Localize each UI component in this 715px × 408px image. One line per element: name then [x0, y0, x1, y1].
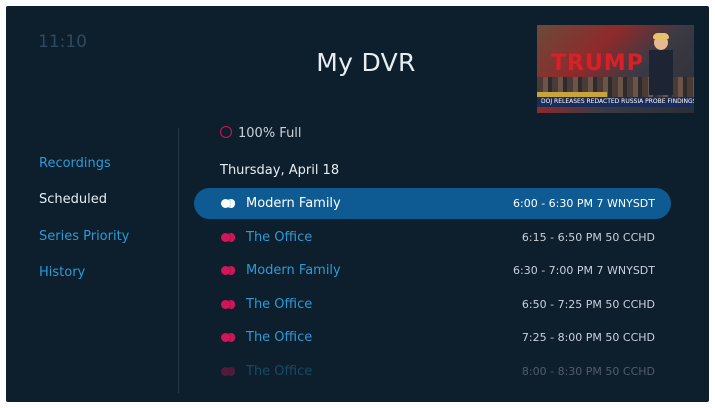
listing-row[interactable]: The Office 8:00 - 8:30 PM 50 CCHD [194, 356, 671, 387]
listing-time-channel: 6:15 - 6:50 PM 50 CCHD [521, 231, 655, 244]
date-header: Thursday, April 18 [220, 163, 340, 178]
sidebar-item-history[interactable]: History [39, 265, 85, 280]
storage-capacity: 100% Full [220, 126, 302, 141]
capacity-label: 100% Full [238, 126, 302, 141]
listing-time-channel: 8:00 - 8:30 PM 50 CCHD [521, 365, 655, 378]
scheduled-recording-icon [221, 199, 237, 208]
listing-time-channel: 6:50 - 7:25 PM 50 CCHD [521, 298, 655, 311]
preview-ticker: DOJ RELEASES REDACTED RUSSIA PROBE FINDI… [537, 97, 694, 107]
listing-title: The Office [246, 364, 313, 379]
scheduled-recording-icon [221, 333, 237, 342]
preview-person [649, 33, 673, 95]
listing-time-channel: 6:00 - 6:30 PM 7 WNYSDT [513, 197, 655, 210]
listing-row[interactable]: Modern Family 6:00 - 6:30 PM 7 WNYSDT [194, 188, 671, 219]
listing-title: The Office [246, 297, 313, 312]
listing-row[interactable]: Modern Family 6:30 - 7:00 PM 7 WNYSDT [194, 255, 671, 286]
capacity-ring-icon [220, 126, 232, 138]
listing-title: Modern Family [246, 196, 341, 211]
sidebar-item-scheduled[interactable]: Scheduled [39, 192, 107, 207]
listing-row[interactable]: The Office 6:50 - 7:25 PM 50 CCHD [194, 289, 671, 320]
sidebar-divider [178, 128, 179, 393]
preview-sign-text: TRUMP [551, 51, 644, 76]
scheduled-recording-icon [221, 367, 237, 376]
dvr-screen: 11:10 My DVR TRUMP DOJ RELEASES REDACTED… [6, 6, 709, 402]
live-tv-preview[interactable]: TRUMP DOJ RELEASES REDACTED RUSSIA PROBE… [537, 25, 694, 113]
listing-title: The Office [246, 230, 313, 245]
listing-title: Modern Family [246, 263, 341, 278]
listing-row[interactable]: The Office 7:25 - 8:00 PM 50 CCHD [194, 322, 671, 353]
sidebar-item-series-priority[interactable]: Series Priority [39, 229, 129, 244]
scheduled-recording-icon [221, 266, 237, 275]
listing-time-channel: 6:30 - 7:00 PM 7 WNYSDT [513, 264, 655, 277]
scheduled-recording-icon [221, 300, 237, 309]
scheduled-recording-icon [221, 233, 237, 242]
listing-title: The Office [246, 330, 313, 345]
listing-time-channel: 7:25 - 8:00 PM 50 CCHD [521, 331, 655, 344]
listing-row[interactable]: The Office 6:15 - 6:50 PM 50 CCHD [194, 222, 671, 253]
sidebar-item-recordings[interactable]: Recordings [39, 156, 111, 171]
